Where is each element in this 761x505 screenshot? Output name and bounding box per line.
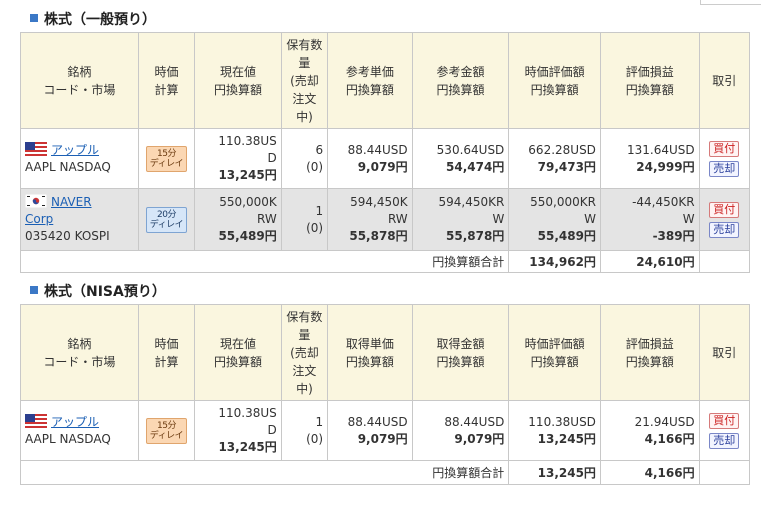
table-row: NAVER Corp 035420 KOSPI 20分 ディレイ 550,000K R…	[20, 188, 751, 251]
summary-row: 円換算額合計 13,245円 4,166円	[19, 460, 751, 485]
sell-button[interactable]: 売却	[709, 221, 740, 238]
us-flag-icon	[25, 141, 47, 156]
trade-cell: 買付 売却	[698, 400, 751, 461]
pl-cell: 131.64USD 24,999円	[599, 128, 700, 189]
qty-cell: 1 (0)	[280, 188, 329, 251]
summary-empty	[698, 250, 751, 273]
sell-button[interactable]: 売却	[709, 432, 740, 449]
header-value: 時価評価額 円換算額	[508, 304, 601, 401]
square-bullet-icon	[30, 14, 38, 22]
unit-cell: 594,450K RW 55,878円	[327, 188, 413, 251]
header-unit: 参考単価 円換算額	[327, 32, 413, 129]
header-value: 時価評価額 円換算額	[508, 32, 601, 129]
summary-value-total: 13,245円	[508, 460, 601, 485]
qty-cell: 1 (0)	[280, 400, 329, 461]
holdings-table-general: 銘柄 コード・市場 時価 計算 現在値 円換算額 保有数量 (売却 注文 中) 参考単価 円換…	[19, 32, 751, 273]
header-qty: 保有数量 (売却 注文 中)	[280, 32, 329, 129]
delay-cell: 15分 ディレイ	[137, 400, 196, 461]
stock-name-cell: NAVER Corp 035420 KOSPI	[20, 188, 139, 251]
holdings-table-nisa: 銘柄 コード・市場 時価 計算 現在値 円換算額 保有数量 (売却 注文 中) 取得単価 円換…	[19, 304, 751, 485]
stock-code: AAPL NASDAQ	[25, 431, 111, 446]
section-title-general: 株式（一般預り）	[30, 10, 156, 30]
section-title-nisa: 株式（NISA預り）	[30, 282, 166, 302]
header-qty: 保有数量 (売却 注文 中)	[280, 304, 329, 401]
delay-badge-20min: 20分 ディレイ	[145, 206, 188, 233]
header-amount: 取得金額 円換算額	[411, 304, 510, 401]
header-name: 銘柄 コード・市場	[20, 32, 139, 129]
qty-cell: 6 (0)	[280, 128, 329, 189]
stock-name-cell: アップル AAPL NASDAQ	[20, 400, 139, 461]
kr-flag-icon	[25, 194, 47, 208]
amount-cell: 88.44USD 9,079円	[411, 400, 510, 461]
summary-pl-total: 24,610円	[599, 250, 700, 273]
table-header-row: 銘柄 コード・市場 時価 計算 現在値 円換算額 保有数量 (売却 注文 中) 参考単価 円換…	[20, 32, 751, 129]
stock-link-apple[interactable]: アップル	[51, 143, 99, 157]
summary-label: 円換算額合計	[19, 460, 510, 485]
header-time: 時価 計算	[137, 32, 196, 129]
price-cell: 110.38US D 13,245円	[194, 128, 282, 189]
square-bullet-icon	[30, 286, 38, 294]
header-name: 銘柄 コード・市場	[20, 304, 139, 401]
pl-cell: -44,450KR W -389円	[599, 188, 700, 251]
trade-cell: 買付 売却	[698, 128, 751, 189]
header-pl: 評価損益 円換算額	[599, 304, 700, 401]
buy-button[interactable]: 買付	[709, 412, 740, 429]
header-trade: 取引	[698, 32, 751, 129]
value-cell: 662.28USD 79,473円	[508, 128, 601, 189]
stock-code: 035420 KOSPI	[25, 229, 110, 243]
summary-value-total: 134,962円	[508, 250, 601, 273]
stock-link-apple[interactable]: アップル	[51, 415, 99, 429]
header-price: 現在値 円換算額	[194, 304, 282, 401]
delay-cell: 20分 ディレイ	[137, 188, 196, 251]
trade-cell: 買付 売却	[698, 188, 751, 251]
window-corner	[700, 0, 761, 5]
section-title-text: 株式（一般預り）	[44, 12, 156, 28]
amount-cell: 594,450KR W 55,878円	[411, 188, 510, 251]
section-title-text: 株式（NISA預り）	[44, 284, 166, 300]
stock-name-cell: アップル AAPL NASDAQ	[20, 128, 139, 189]
header-time: 時価 計算	[137, 304, 196, 401]
header-unit: 取得単価 円換算額	[327, 304, 413, 401]
value-cell: 550,000KR W 55,489円	[508, 188, 601, 251]
unit-cell: 88.44USD 9,079円	[327, 128, 413, 189]
price-cell: 110.38US D 13,245円	[194, 400, 282, 461]
header-amount: 参考金額 円換算額	[411, 32, 510, 129]
summary-label: 円換算額合計	[19, 250, 510, 273]
table-row: アップル AAPL NASDAQ 15分 ディレイ 110.38US D 13,245…	[20, 128, 751, 189]
delay-cell: 15分 ディレイ	[137, 128, 196, 189]
stock-code: AAPL NASDAQ	[25, 159, 111, 174]
unit-cell: 88.44USD 9,079円	[327, 400, 413, 461]
buy-button[interactable]: 買付	[709, 140, 740, 157]
delay-badge-15min: 15分 ディレイ	[145, 145, 188, 172]
pl-cell: 21.94USD 4,166円	[599, 400, 700, 461]
buy-button[interactable]: 買付	[709, 201, 740, 218]
header-pl: 評価損益 円換算額	[599, 32, 700, 129]
summary-empty	[698, 460, 751, 485]
amount-cell: 530.64USD 54,474円	[411, 128, 510, 189]
delay-badge-15min: 15分 ディレイ	[145, 417, 188, 444]
summary-pl-total: 4,166円	[599, 460, 700, 485]
header-trade: 取引	[698, 304, 751, 401]
table-header-row: 銘柄 コード・市場 時価 計算 現在値 円換算額 保有数量 (売却 注文 中) 取得単価 円換…	[20, 304, 751, 401]
header-price: 現在値 円換算額	[194, 32, 282, 129]
price-cell: 550,000K RW 55,489円	[194, 188, 282, 251]
value-cell: 110.38USD 13,245円	[508, 400, 601, 461]
table-row: アップル AAPL NASDAQ 15分 ディレイ 110.38US D 13,245…	[20, 400, 751, 461]
sell-button[interactable]: 売却	[709, 160, 740, 177]
us-flag-icon	[25, 413, 47, 428]
summary-row: 円換算額合計 134,962円 24,610円	[19, 250, 751, 273]
